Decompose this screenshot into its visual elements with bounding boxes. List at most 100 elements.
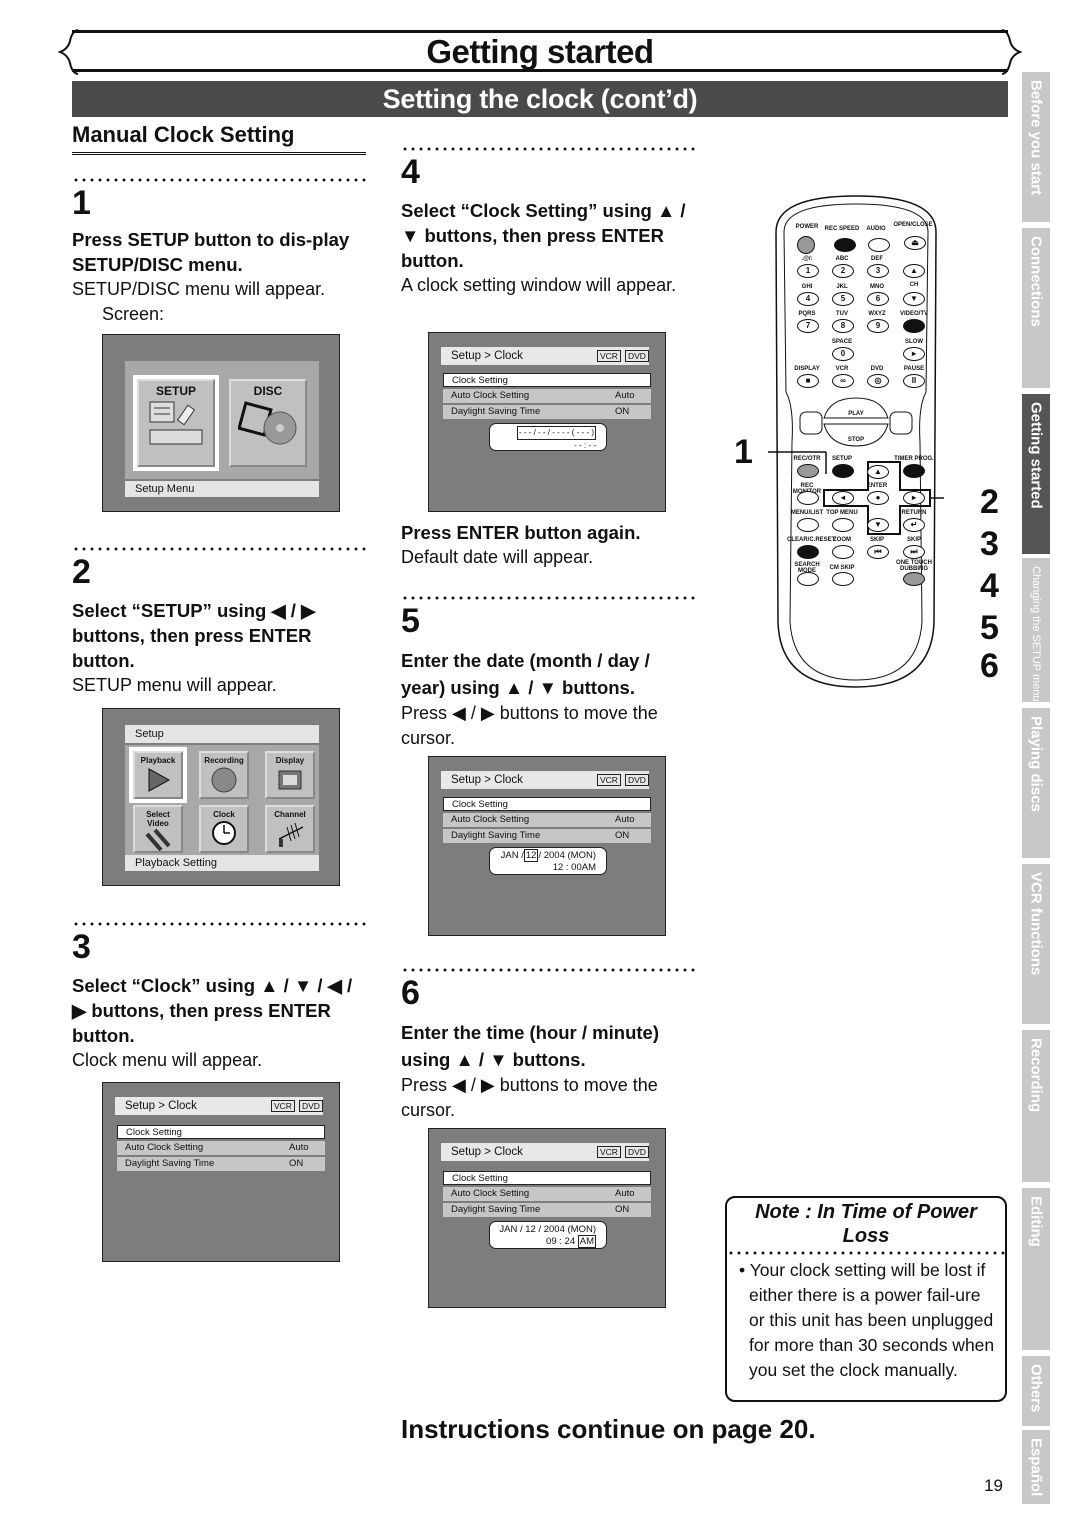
vcr-tag: VCR <box>271 1100 295 1112</box>
tab-others[interactable]: Others <box>1022 1356 1050 1426</box>
tab-vcr-functions[interactable]: VCR functions <box>1022 864 1050 1024</box>
screen-setup-disc: SETUP DISC Setup Menu <box>102 334 340 512</box>
osd-header: Setup > Clock VCR DVD <box>441 1143 649 1161</box>
dotted-divider <box>727 1250 1005 1256</box>
tab-recording[interactable]: Recording <box>1022 1030 1050 1182</box>
date-field: - - - / - - / - - - - ( - - - ) <box>516 426 596 440</box>
callout-6: 6 <box>980 647 999 685</box>
step-2: 2 Select “SETUP” using ◀ / ▶ buttons, th… <box>72 546 368 698</box>
menu-footer: Setup Menu <box>125 481 319 497</box>
clock-window: JAN /12/ 2004 (MON) 12 : 00AM <box>489 847 607 875</box>
menu-list-button <box>797 518 819 532</box>
clock-window: - - - / - - / - - - - ( - - - ) - - : - … <box>489 423 607 451</box>
cm-skip-button <box>832 572 854 586</box>
tile-disc: DISC <box>229 379 307 467</box>
power-button <box>797 236 815 254</box>
section-title: Setting the clock (cont’d) <box>72 81 1008 117</box>
step-description: Clock menu will appear. <box>72 1050 263 1070</box>
timer-prog-button <box>903 464 925 478</box>
setup-button <box>832 464 854 478</box>
record-icon <box>211 767 237 793</box>
row-daylight-saving: Daylight Saving Time ON <box>443 1203 651 1217</box>
audio-button <box>868 238 890 252</box>
top-menu-button <box>832 518 854 532</box>
nav-down-button: ▼ <box>867 518 889 532</box>
vcr-tag: VCR <box>597 350 621 362</box>
display-button: ■ <box>797 374 819 388</box>
step-5: 5 Enter the date (month / day / year) us… <box>401 595 695 751</box>
osd-header: Setup > Clock VCR DVD <box>441 347 649 365</box>
search-mode-button <box>797 572 819 586</box>
screen-clock-default: Setup > Clock VCR DVD Clock Setting Auto… <box>428 756 666 936</box>
ch-down-button: ▼ <box>903 292 925 306</box>
step-description: Press ◀ / ▶ buttons to move the cursor. <box>401 1075 658 1120</box>
dotted-divider <box>72 546 368 552</box>
callout-1: 1 <box>734 433 753 471</box>
step-number: 6 <box>401 974 420 1012</box>
callout-3: 3 <box>980 525 999 563</box>
screen-label: Screen: <box>102 304 165 324</box>
pause-button: II <box>903 374 925 388</box>
display-icon <box>278 770 302 790</box>
screen-clock-set: Setup > Clock VCR DVD Clock Setting Auto… <box>428 1128 666 1308</box>
key-1: 1 <box>797 264 819 278</box>
date-field: JAN /12/ 2004 (MON) <box>500 849 596 862</box>
one-touch-dubbing-button <box>903 572 925 586</box>
screen-clock-blank: Setup > Clock VCR DVD Clock Setting Auto… <box>428 332 666 512</box>
step-description-2: Default date will appear. <box>401 547 594 567</box>
vcr-tag: VCR <box>597 1146 621 1158</box>
ampm-cursor: AM <box>577 1235 596 1248</box>
continue-notice: Instructions continue on page 20. <box>401 1414 816 1444</box>
left-brace-ornament <box>58 29 79 75</box>
vcr-tag: VCR <box>597 774 621 786</box>
row-auto-clock: Auto Clock Setting Auto <box>443 389 651 403</box>
dvd-tag: DVD <box>625 774 649 786</box>
skip-forward-button: ⏭ <box>903 545 925 559</box>
osd-header: Setup > Clock VCR DVD <box>441 771 649 789</box>
chapter-title-banner: Getting started <box>58 29 1022 75</box>
tile-select-video: Select Video <box>133 805 183 853</box>
tile-playback: Playback <box>129 747 187 803</box>
zoom-button <box>832 545 854 559</box>
step-number: 2 <box>72 553 91 591</box>
callout-4: 4 <box>980 567 999 605</box>
note-box: Note : In Time of Power Loss • Your cloc… <box>725 1196 1007 1402</box>
day-cursor: 12 <box>523 849 539 862</box>
subheading-manual-clock: Manual Clock Setting <box>72 122 366 155</box>
nav-left-button: ◂ <box>832 491 854 505</box>
step-6: 6 Enter the time (hour / minute) using ▲… <box>401 967 695 1123</box>
fast-forward-button <box>889 411 913 435</box>
screen-clock-menu: Setup > Clock VCR DVD Clock Setting Auto… <box>102 1082 340 1262</box>
note-body: • Your clock setting will be lost if eit… <box>739 1260 995 1380</box>
tab-connections[interactable]: Connections <box>1022 228 1050 388</box>
tab-playing-discs[interactable]: Playing discs <box>1022 708 1050 858</box>
tile-setup: SETUP <box>133 375 219 471</box>
tab-espanol[interactable]: Español <box>1022 1430 1050 1504</box>
row-auto-clock: Auto Clock Setting Auto <box>443 813 651 827</box>
row-clock-setting: Clock Setting <box>117 1125 325 1139</box>
dvd-button: ◎ <box>867 374 889 388</box>
open-close-button: ⏏ <box>904 236 926 250</box>
tab-changing-setup-menu[interactable]: Changing the SETUP menu <box>1022 558 1050 702</box>
video-tv-button <box>903 319 925 333</box>
dvd-tag: DVD <box>299 1100 323 1112</box>
row-auto-clock: Auto Clock Setting Auto <box>117 1141 325 1155</box>
dotted-divider <box>401 146 695 152</box>
step-3: 3 Select “Clock” using ▲ / ▼ / ◀ / ▶ but… <box>72 921 368 1073</box>
clock-icon <box>212 821 236 845</box>
tab-before-you-start[interactable]: Before you start <box>1022 72 1050 222</box>
tab-getting-started[interactable]: Getting started <box>1022 394 1050 554</box>
dotted-divider <box>401 967 695 973</box>
step-description: Press ◀ / ▶ buttons to move the cursor. <box>401 703 658 748</box>
step-number: 5 <box>401 602 420 640</box>
row-daylight-saving: Daylight Saving Time ON <box>117 1157 325 1171</box>
skip-back-button: ⏮ <box>867 545 889 559</box>
row-daylight-saving: Daylight Saving Time ON <box>443 829 651 843</box>
key-4: 4 <box>797 292 819 306</box>
dotted-divider <box>401 595 695 601</box>
key-0: 0 <box>832 347 854 361</box>
row-auto-clock: Auto Clock Setting Auto <box>443 1187 651 1201</box>
rec-otr-button <box>797 464 819 478</box>
tab-editing[interactable]: Editing <box>1022 1188 1050 1350</box>
step-instruction: Press SETUP button to dis-play SETUP/DIS… <box>72 229 350 275</box>
